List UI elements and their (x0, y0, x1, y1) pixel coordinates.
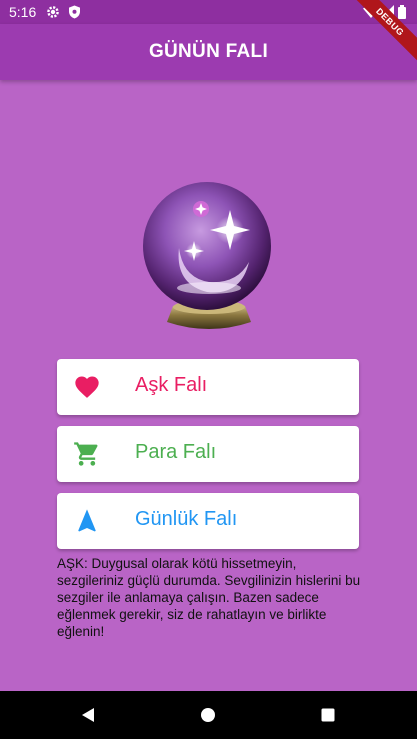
navigation-arrow-icon (73, 507, 101, 535)
fortune-text: AŞK: Duygusal olarak kötü hissetmeyin, s… (57, 556, 361, 639)
recents-icon[interactable] (320, 707, 336, 728)
ask-fali-button[interactable]: Aşk Falı (57, 359, 359, 415)
gear-icon (46, 5, 60, 22)
system-nav-bar (0, 691, 417, 739)
ask-fali-label: Aşk Falı (135, 374, 208, 396)
home-icon[interactable] (200, 707, 216, 728)
back-icon[interactable] (80, 707, 96, 728)
gunluk-fali-label: Günlük Falı (135, 508, 238, 530)
para-fali-label: Para Falı (135, 441, 217, 463)
status-time: 5:16 (9, 4, 37, 20)
gunluk-fali-button[interactable]: Günlük Falı (57, 493, 359, 549)
crystal-ball-icon (137, 180, 281, 340)
shield-icon (68, 5, 81, 22)
app-bar: GÜNÜN FALI (0, 24, 417, 80)
cart-icon (73, 440, 101, 468)
status-bar: 5:16 (0, 0, 417, 24)
page-title: GÜNÜN FALI (148, 41, 269, 62)
para-fali-button[interactable]: Para Falı (57, 426, 359, 482)
heart-icon (73, 373, 101, 401)
